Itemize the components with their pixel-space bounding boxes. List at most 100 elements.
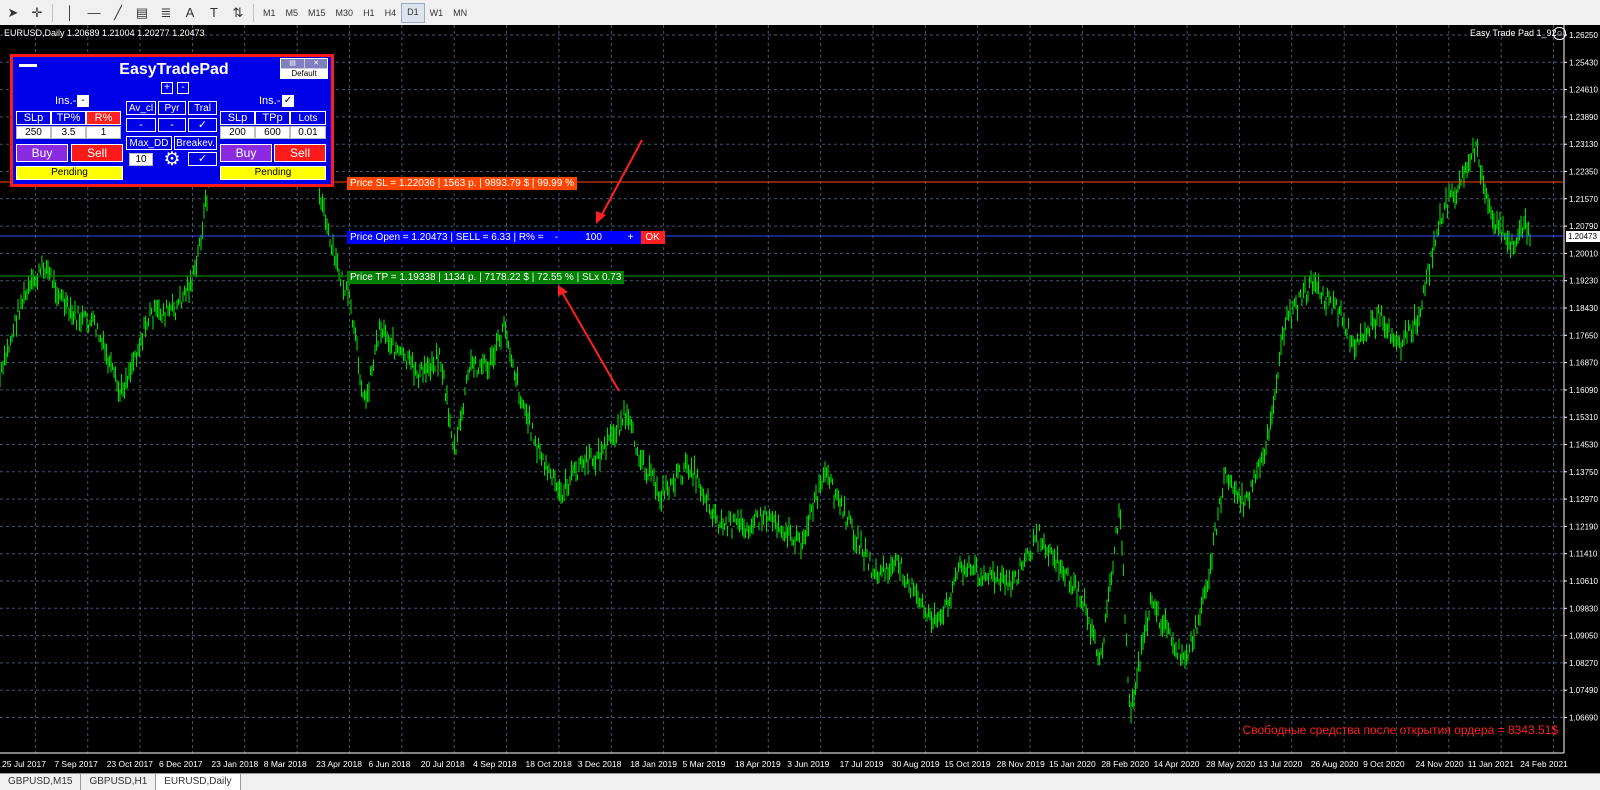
- arrow-head-open: [596, 211, 606, 224]
- easytradepad-panel: EasyTradePad + - ▤ ✕ Default Ins.- - SLp…: [10, 54, 334, 187]
- date-tick-label: 8 Mar 2018: [264, 759, 307, 769]
- horizontal-line-icon[interactable]: —: [83, 2, 105, 24]
- left-ins-checkbox[interactable]: -: [77, 95, 89, 107]
- right-sl-input[interactable]: 200: [220, 126, 255, 139]
- arrows-icon[interactable]: ⇅: [227, 2, 249, 24]
- risk-plus-button[interactable]: +: [620, 231, 641, 244]
- price-tick-label: 1.24610: [1569, 86, 1598, 95]
- date-tick-label: 17 Jul 2019: [840, 759, 884, 769]
- date-tick-label: 24 Nov 2020: [1415, 759, 1463, 769]
- date-tick-label: 14 Apr 2020: [1154, 759, 1200, 769]
- current-price-label: 1.20473: [1568, 232, 1597, 241]
- left-ins-label: Ins.-: [55, 95, 77, 107]
- pyr-toggle[interactable]: -: [158, 118, 186, 132]
- left-header-risk[interactable]: R%: [86, 111, 121, 125]
- date-tick-label: 18 Jan 2019: [630, 759, 677, 769]
- breakeven-toggle[interactable]: ✓: [188, 152, 217, 166]
- chart-tabs: GBPUSD,M15 GBPUSD,H1 EURUSD,Daily: [0, 773, 1600, 790]
- date-tick-label: 28 Nov 2019: [997, 759, 1045, 769]
- price-tick-label: 1.26250: [1569, 31, 1598, 40]
- timeframe-m30[interactable]: M30: [331, 4, 359, 22]
- price-tick-label: 1.21570: [1569, 195, 1598, 204]
- maxdd-input[interactable]: 10: [129, 153, 153, 166]
- date-tick-label: 15 Jan 2020: [1049, 759, 1096, 769]
- left-pending-button[interactable]: Pending: [16, 166, 123, 180]
- left-sl-input[interactable]: 250: [16, 126, 51, 139]
- toolbar: ➤ ✛ │ — ╱ ▤ ≣ A T ⇅ M1 M5 M15 M30 H1 H4 D1 W1 MN: [0, 0, 1600, 26]
- price-tick-label: 1.20010: [1569, 249, 1598, 258]
- close-icon[interactable]: ✕: [305, 59, 327, 68]
- preset-select[interactable]: Default: [281, 69, 327, 79]
- left-header-sl: SLp: [16, 111, 51, 125]
- timeframe-m15[interactable]: M15: [303, 4, 331, 22]
- tab-gbpusd-h1[interactable]: GBPUSD,H1: [81, 774, 157, 790]
- timeframe-d1[interactable]: D1: [401, 2, 425, 23]
- channel-icon[interactable]: ▤: [131, 2, 153, 24]
- right-lots-input[interactable]: 0.01: [290, 126, 326, 139]
- expand-plus-button[interactable]: +: [161, 82, 173, 94]
- sl-line-label[interactable]: Price SL = 1.22036 | 1563 p. | 9893.79 $…: [347, 177, 577, 190]
- crosshair-icon[interactable]: ✛: [26, 2, 48, 24]
- left-risk-input[interactable]: 1: [86, 126, 121, 139]
- date-tick-label: 13 Jul 2020: [1258, 759, 1302, 769]
- cursor-icon[interactable]: ➤: [2, 2, 24, 24]
- price-candles: [0, 104, 1531, 724]
- timeframe-w1[interactable]: W1: [425, 4, 449, 22]
- date-tick-label: 18 Oct 2018: [525, 759, 572, 769]
- right-buy-button[interactable]: Buy: [220, 144, 272, 162]
- tral-label: Tral: [188, 101, 217, 115]
- trendline-icon[interactable]: ╱: [107, 2, 129, 24]
- toolbar-divider: [52, 3, 53, 22]
- date-tick-label: 9 Oct 2020: [1363, 759, 1405, 769]
- ea-label: Easy Trade Pad 1_92: [1470, 28, 1557, 38]
- fibonacci-icon[interactable]: ≣: [155, 2, 177, 24]
- right-ins-checkbox[interactable]: ✓: [282, 95, 294, 107]
- open-line-label[interactable]: Price Open = 1.20473 | SELL = 6.33 | R% …: [347, 231, 547, 244]
- price-tick-label: 1.10610: [1569, 577, 1598, 586]
- arrow-to-open-line: [599, 139, 643, 219]
- timeframe-mn[interactable]: MN: [448, 4, 472, 22]
- ok-button[interactable]: OK: [640, 231, 665, 244]
- text-label-icon[interactable]: T: [203, 2, 225, 24]
- tral-toggle[interactable]: ✓: [188, 118, 217, 132]
- preset-box: ▤ ✕ Default: [280, 58, 328, 79]
- save-preset-icon[interactable]: ▤: [281, 59, 304, 68]
- price-tick-label: 1.20790: [1569, 222, 1598, 231]
- price-tick-label: 1.16090: [1569, 386, 1598, 395]
- date-tick-label: 3 Dec 2018: [578, 759, 622, 769]
- avcl-toggle[interactable]: -: [126, 118, 156, 132]
- text-icon[interactable]: A: [179, 2, 201, 24]
- tp-line-label[interactable]: Price TP = 1.19338 | 1134 p. | 7178.22 $…: [347, 271, 625, 284]
- left-tp-input[interactable]: 3.5: [51, 126, 86, 139]
- timeframe-m1[interactable]: M1: [258, 4, 281, 22]
- collapse-minus-button[interactable]: -: [177, 82, 189, 94]
- left-buy-button[interactable]: Buy: [16, 144, 68, 162]
- risk-minus-button[interactable]: -: [546, 231, 567, 244]
- price-tick-label: 1.22350: [1569, 168, 1598, 177]
- timeframe-m5[interactable]: M5: [281, 4, 304, 22]
- price-tick-label: 1.08270: [1569, 659, 1598, 668]
- price-tick-label: 1.12190: [1569, 522, 1598, 531]
- price-tick-label: 1.09830: [1569, 604, 1598, 613]
- timeframe-h1[interactable]: H1: [358, 4, 380, 22]
- left-sell-button[interactable]: Sell: [71, 144, 123, 162]
- right-tp-input[interactable]: 600: [255, 126, 290, 139]
- date-tick-label: 20 Jul 2018: [421, 759, 465, 769]
- price-tick-label: 1.16870: [1569, 359, 1598, 368]
- date-tick-label: 3 Jun 2019: [787, 759, 829, 769]
- vertical-line-icon[interactable]: │: [59, 2, 81, 24]
- tab-gbpusd-m15[interactable]: GBPUSD,M15: [0, 774, 82, 790]
- right-sell-button[interactable]: Sell: [274, 144, 326, 162]
- risk-value-input[interactable]: 100: [566, 231, 621, 244]
- timeframe-h4[interactable]: H4: [380, 4, 402, 22]
- free-margin-text: Свободные средства после открытия ордера…: [1242, 723, 1558, 737]
- date-tick-label: 26 Aug 2020: [1311, 759, 1359, 769]
- arrow-to-tp-line: [561, 291, 620, 392]
- price-tick-label: 1.25430: [1569, 58, 1598, 67]
- right-header-sl: SLp: [220, 111, 255, 125]
- gear-icon[interactable]: ⚙: [162, 150, 182, 170]
- date-tick-label: 23 Jan 2018: [211, 759, 258, 769]
- right-pending-button[interactable]: Pending: [220, 166, 326, 180]
- minimize-icon[interactable]: [19, 64, 37, 67]
- tab-eurusd-daily[interactable]: EURUSD,Daily: [156, 774, 241, 790]
